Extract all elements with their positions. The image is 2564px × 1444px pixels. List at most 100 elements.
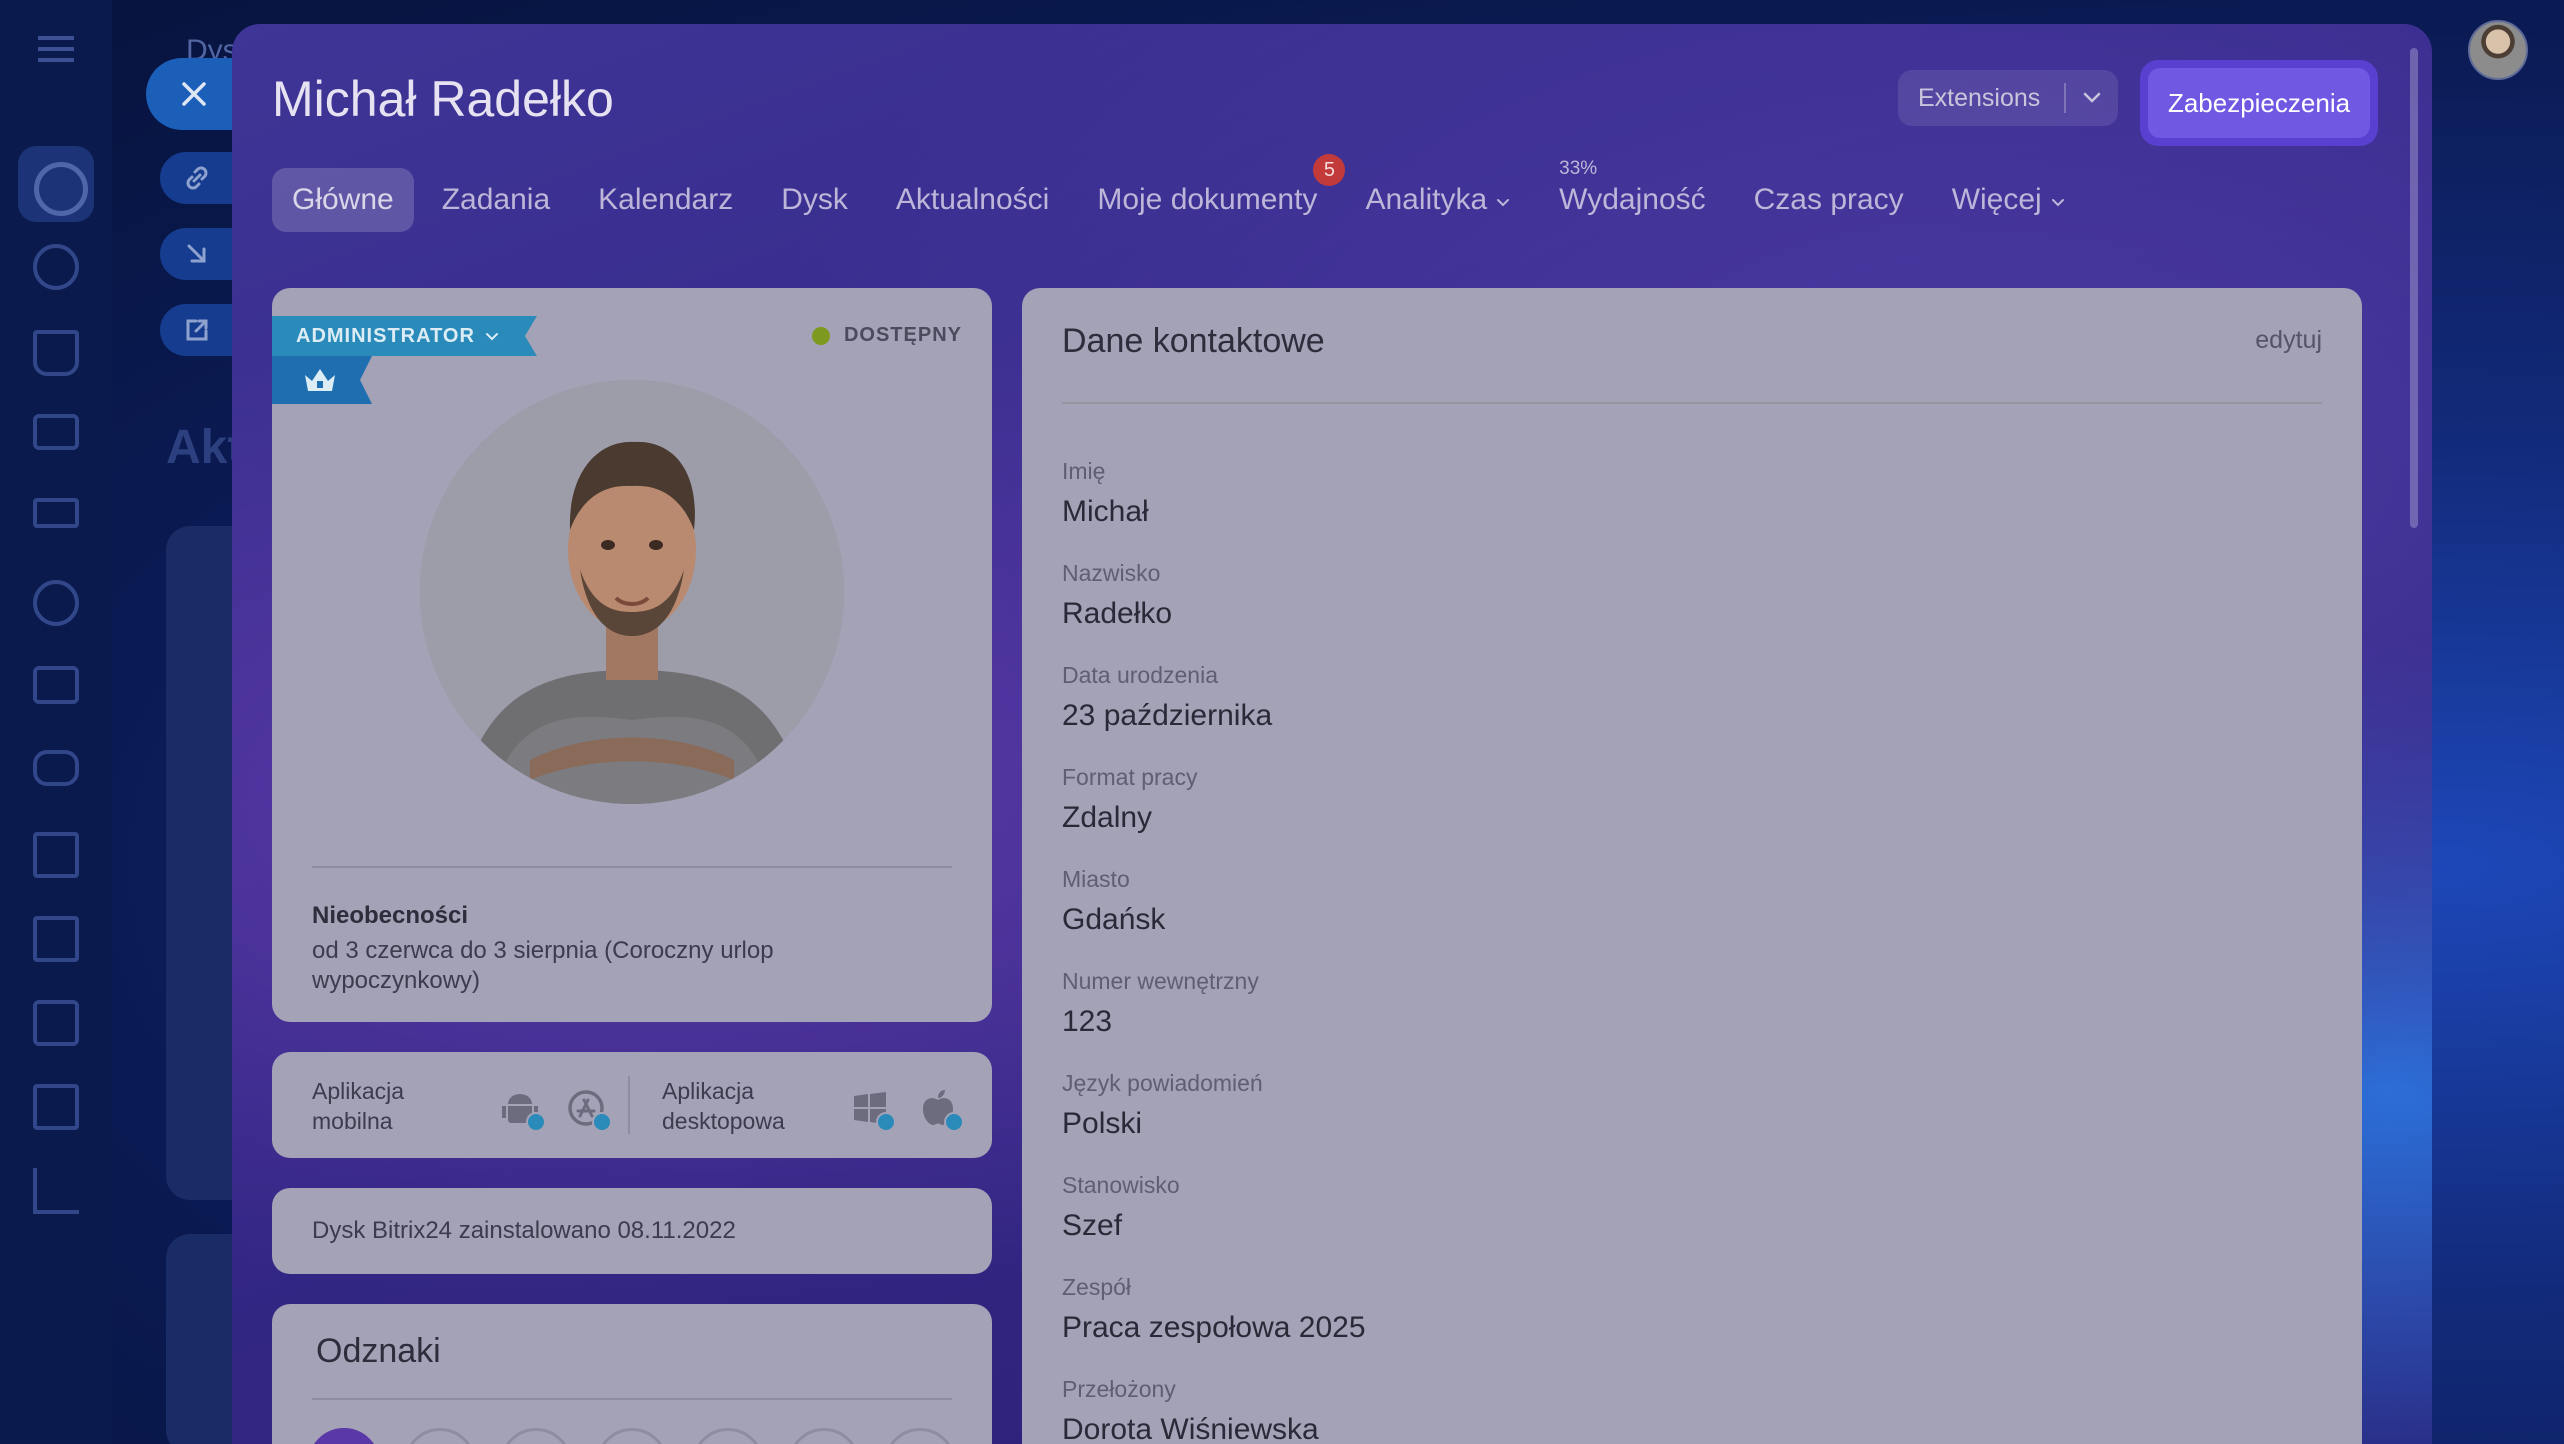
notification-badge: 5	[1313, 154, 1346, 186]
field-label: Język powiadomień	[1062, 1070, 1263, 1096]
close-slider-button[interactable]	[146, 58, 242, 130]
document-icon[interactable]	[33, 916, 79, 962]
windows-app-icon[interactable]	[850, 1088, 896, 1132]
appstore-app-icon[interactable]	[566, 1088, 612, 1132]
efficiency-percent: 33%	[1559, 158, 1598, 179]
field-label: Imię	[1062, 458, 1106, 484]
calendar-icon[interactable]	[33, 1084, 79, 1130]
desktop-app-label: Aplikacja desktopowa	[662, 1078, 785, 1134]
apple-app-icon[interactable]	[918, 1088, 964, 1132]
field-value[interactable]: Dorota Wiśniewska	[1062, 1413, 1319, 1444]
field-label: Przełożony	[1062, 1376, 1176, 1402]
field-label: Nazwisko	[1062, 560, 1161, 586]
tab-more[interactable]: Więcej	[1932, 168, 2086, 232]
field-work-format: Format pracy Zdalny	[1062, 764, 1197, 835]
field-value: Gdańsk	[1062, 903, 1166, 936]
profile-photo[interactable]	[420, 380, 844, 804]
edit-contact-link[interactable]: edytuj	[2255, 326, 2322, 355]
arrow-down-right-icon	[187, 244, 206, 263]
download-icon	[944, 1112, 964, 1132]
target-icon[interactable]	[33, 580, 79, 626]
field-label: Miasto	[1062, 866, 1130, 892]
divider	[628, 1076, 630, 1134]
crown-ribbon	[272, 356, 372, 404]
crown-icon	[302, 365, 338, 395]
field-city: Miasto Gdańsk	[1062, 866, 1165, 937]
field-value: Szef	[1062, 1209, 1123, 1242]
disk-card: Dysk Bitrix24 zainstalowano 08.11.2022	[272, 1188, 992, 1274]
field-value: Radełko	[1062, 597, 1173, 630]
badge-item[interactable]	[404, 1428, 476, 1444]
person-photo-icon	[420, 380, 844, 804]
field-notification-language: Język powiadomień Polski	[1062, 1070, 1263, 1141]
profile-card: ADMINISTRATOR DOSTĘPNY Nieobecności od 3…	[272, 288, 992, 1022]
status-badge: DOSTĘPNY	[811, 324, 962, 347]
tab-calendar[interactable]: Kalendarz	[578, 168, 753, 232]
chevron-down-icon	[485, 325, 499, 348]
android-app-icon[interactable]	[500, 1088, 546, 1132]
news-icon[interactable]	[33, 666, 79, 704]
tab-label: Wydajność	[1559, 183, 1706, 216]
chevron-down-icon[interactable]	[2066, 91, 2118, 105]
badge-item[interactable]	[500, 1428, 572, 1444]
badges-card: Odznaki	[272, 1304, 992, 1444]
menu-icon[interactable]	[38, 36, 74, 62]
contact-title: Dane kontaktowe	[1062, 322, 1325, 360]
badge-item[interactable]	[596, 1428, 668, 1444]
field-value: 123	[1062, 1005, 1113, 1038]
tab-news[interactable]: Aktualności	[876, 168, 1069, 232]
tab-analytics[interactable]: Analityka	[1345, 168, 1531, 232]
left-navigation-rail	[0, 0, 112, 1444]
minimize-button[interactable]	[160, 228, 232, 280]
store-icon[interactable]	[33, 1000, 79, 1046]
open-new-window-button[interactable]	[160, 304, 232, 356]
funnel-icon[interactable]	[33, 498, 79, 528]
badge-item[interactable]	[788, 1428, 860, 1444]
role-label: ADMINISTRATOR	[296, 324, 475, 347]
field-label: Stanowisko	[1062, 1172, 1180, 1198]
tab-work-time[interactable]: Czas pracy	[1734, 168, 1924, 232]
analytics-icon[interactable]	[33, 1168, 79, 1214]
tab-label: Kalendarz	[598, 183, 734, 216]
download-icon	[526, 1112, 546, 1132]
tab-my-documents[interactable]: Moje dokumenty 5	[1077, 154, 1346, 232]
tab-efficiency[interactable]: 33% Wydajność	[1539, 158, 1725, 232]
field-position: Stanowisko Szef	[1062, 1172, 1180, 1243]
activity-icon[interactable]	[18, 146, 94, 222]
field-value: Michał	[1062, 495, 1149, 528]
badge-item[interactable]	[884, 1428, 956, 1444]
security-button[interactable]: Zabezpieczenia	[2148, 68, 2370, 138]
current-user-avatar[interactable]	[2468, 20, 2528, 80]
extensions-button[interactable]: Extensions	[1898, 70, 2118, 126]
badge-item[interactable]	[308, 1428, 380, 1444]
status-dot	[811, 326, 830, 345]
robot-icon[interactable]	[33, 750, 79, 786]
field-label: Numer wewnętrzny	[1062, 968, 1259, 994]
badge-item[interactable]	[692, 1428, 764, 1444]
absence-text: od 3 czerwca do 3 sierpnia (Coroczny url…	[312, 937, 774, 994]
tab-tasks[interactable]: Zadania	[422, 168, 570, 232]
tab-main[interactable]: Główne	[272, 168, 414, 232]
field-birth-date: Data urodzenia 23 października	[1062, 662, 1272, 733]
chat-icon[interactable]	[33, 244, 79, 290]
profile-slider: Michał Radełko Extensions Zabezpieczenia…	[232, 24, 2432, 1444]
badges-title: Odznaki	[316, 1332, 441, 1370]
mobile-app-label: Aplikacja mobilna	[312, 1078, 405, 1134]
tab-label: Dysk	[781, 183, 848, 216]
field-value: Polski	[1062, 1107, 1143, 1140]
tab-label: Czas pracy	[1753, 183, 1904, 216]
cart-icon[interactable]	[33, 330, 79, 376]
field-internal-number: Numer wewnętrzny 123	[1062, 968, 1259, 1039]
pen-icon[interactable]	[33, 832, 79, 878]
download-icon	[592, 1112, 612, 1132]
tab-label: Główne	[292, 183, 394, 216]
role-selector[interactable]: ADMINISTRATOR	[272, 316, 537, 356]
field-last-name: Nazwisko Radełko	[1062, 560, 1172, 631]
mail-icon[interactable]	[33, 414, 79, 450]
scrollbar[interactable]	[2410, 48, 2418, 528]
divider	[1062, 402, 2322, 404]
external-link-icon	[186, 319, 208, 341]
field-label: Data urodzenia	[1062, 662, 1218, 688]
copy-link-button[interactable]	[160, 152, 232, 204]
tab-drive[interactable]: Dysk	[761, 168, 868, 232]
